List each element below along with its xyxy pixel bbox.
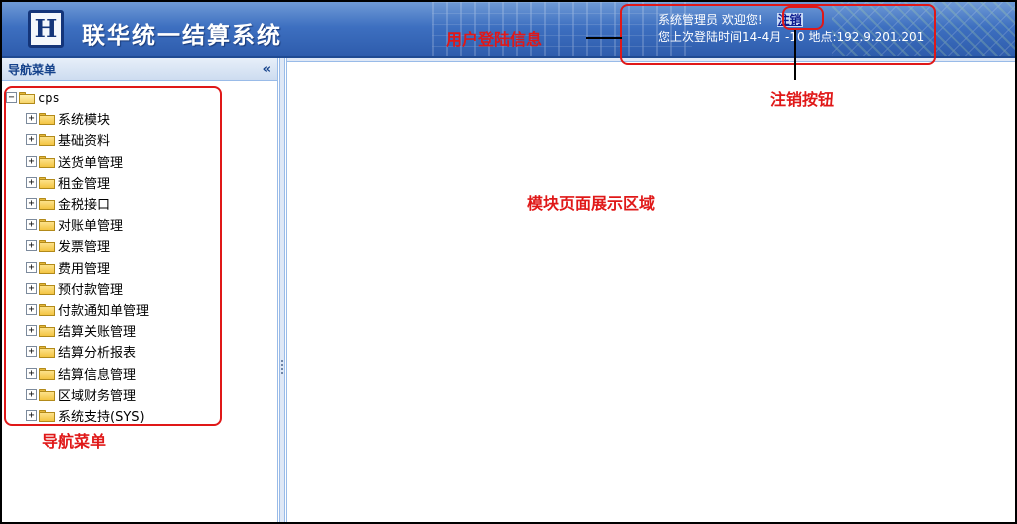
- content-top-bar: [287, 58, 1015, 62]
- folder-icon: [39, 345, 55, 358]
- folder-icon: [39, 282, 55, 295]
- tree-node-label[interactable]: 基础资料: [58, 130, 110, 149]
- annotation-pointer-user-info: [586, 37, 622, 39]
- expand-node-icon[interactable]: +: [26, 389, 37, 400]
- module-content-area: [286, 58, 1015, 522]
- folder-icon: [39, 239, 55, 252]
- tree-node-label[interactable]: cps: [38, 91, 60, 105]
- tree-node-label[interactable]: 结算信息管理: [58, 364, 136, 383]
- tree-node-label[interactable]: 对账单管理: [58, 215, 123, 234]
- expand-node-icon[interactable]: +: [26, 177, 37, 188]
- tree-node-label[interactable]: 系统支持(SYS): [58, 406, 145, 425]
- folder-icon: [39, 324, 55, 337]
- splitter-grip-icon[interactable]: [281, 358, 283, 374]
- tree-node-label[interactable]: 预付款管理: [58, 279, 123, 298]
- expand-node-icon[interactable]: +: [26, 156, 37, 167]
- annotation-module-area: 模块页面展示区域: [527, 194, 656, 213]
- tree-node-label[interactable]: 区域财务管理: [58, 385, 136, 404]
- tree-node[interactable]: + 预付款管理: [26, 279, 123, 298]
- tree-node[interactable]: + 对账单管理: [26, 215, 123, 234]
- expand-node-icon[interactable]: +: [26, 283, 37, 294]
- expand-node-icon[interactable]: +: [26, 240, 37, 251]
- tree-node[interactable]: + 基础资料: [26, 130, 110, 149]
- folder-icon: [39, 197, 55, 210]
- nav-panel: 导航菜单 « − cps + 系统模块 + 基础资料 + 送货单管理 + 租金管理 + 金税接口 +…: [2, 58, 278, 522]
- folder-icon: [39, 218, 55, 231]
- expand-node-icon[interactable]: +: [26, 346, 37, 357]
- tree-node[interactable]: + 发票管理: [26, 236, 110, 255]
- expand-node-icon[interactable]: +: [26, 368, 37, 379]
- tree-node-label[interactable]: 金税接口: [58, 194, 110, 213]
- folder-icon: [39, 367, 55, 380]
- expand-node-icon[interactable]: +: [26, 325, 37, 336]
- last-login-info: 您上次登陆时间14-4月 -10 地点:192.9.201.201: [658, 30, 925, 44]
- tree-node-label[interactable]: 租金管理: [58, 173, 110, 192]
- tree-node[interactable]: + 结算分析报表: [26, 342, 136, 361]
- annotation-nav-menu: 导航菜单: [42, 432, 107, 451]
- tree-node[interactable]: + 租金管理: [26, 173, 110, 192]
- annotation-user-info: 用户登陆信息: [446, 30, 543, 49]
- tree-node[interactable]: + 付款通知单管理: [26, 300, 149, 319]
- tree-node[interactable]: + 区域财务管理: [26, 385, 136, 404]
- welcome-text: 系统管理员 欢迎您!: [658, 13, 763, 27]
- tree-node-label[interactable]: 费用管理: [58, 258, 110, 277]
- annotation-pointer-logout: [794, 30, 796, 80]
- tree-node[interactable]: + 结算关账管理: [26, 321, 136, 340]
- expand-node-icon[interactable]: +: [26, 134, 37, 145]
- folder-icon: [39, 261, 55, 274]
- logout-button[interactable]: 注销: [776, 13, 803, 27]
- collapse-panel-icon[interactable]: «: [263, 62, 271, 77]
- tree-node-label[interactable]: 结算分析报表: [58, 342, 136, 361]
- expand-node-icon[interactable]: +: [26, 410, 37, 421]
- user-welcome: 系统管理员 欢迎您! 注销: [658, 11, 803, 28]
- tree-node[interactable]: + 费用管理: [26, 258, 110, 277]
- collapse-node-icon[interactable]: −: [6, 92, 17, 103]
- app-logo-icon: H: [28, 10, 64, 48]
- expand-node-icon[interactable]: +: [26, 113, 37, 124]
- folder-icon: [39, 388, 55, 401]
- app-title: 联华统一结算系统: [82, 22, 282, 49]
- folder-icon: [39, 409, 55, 422]
- expand-node-icon[interactable]: +: [26, 262, 37, 273]
- tree-node[interactable]: + 送货单管理: [26, 152, 123, 171]
- annotation-logout-button: 注销按钮: [770, 90, 835, 109]
- nav-panel-title: 导航菜单: [8, 62, 57, 77]
- folder-icon: [39, 112, 55, 125]
- logo-glyph: H: [34, 14, 58, 43]
- tree-node-label[interactable]: 付款通知单管理: [58, 300, 149, 319]
- panel-splitter[interactable]: [279, 58, 285, 522]
- folder-open-icon: [19, 91, 35, 104]
- tree-node-label[interactable]: 结算关账管理: [58, 321, 136, 340]
- tree-node[interactable]: + 结算信息管理: [26, 364, 136, 383]
- folder-icon: [39, 133, 55, 146]
- tree-node[interactable]: + 系统模块: [26, 109, 110, 128]
- folder-icon: [39, 176, 55, 189]
- expand-node-icon[interactable]: +: [26, 198, 37, 209]
- folder-icon: [39, 155, 55, 168]
- tree-node-root[interactable]: − cps: [6, 88, 60, 107]
- nav-panel-header: 导航菜单 «: [2, 58, 277, 81]
- tree-node[interactable]: + 金税接口: [26, 194, 110, 213]
- tree-node-label[interactable]: 发票管理: [58, 236, 110, 255]
- expand-node-icon[interactable]: +: [26, 219, 37, 230]
- tree-node-label[interactable]: 系统模块: [58, 109, 110, 128]
- tree-node-label[interactable]: 送货单管理: [58, 152, 123, 171]
- folder-icon: [39, 303, 55, 316]
- tree-node[interactable]: + 系统支持(SYS): [26, 406, 145, 425]
- expand-node-icon[interactable]: +: [26, 304, 37, 315]
